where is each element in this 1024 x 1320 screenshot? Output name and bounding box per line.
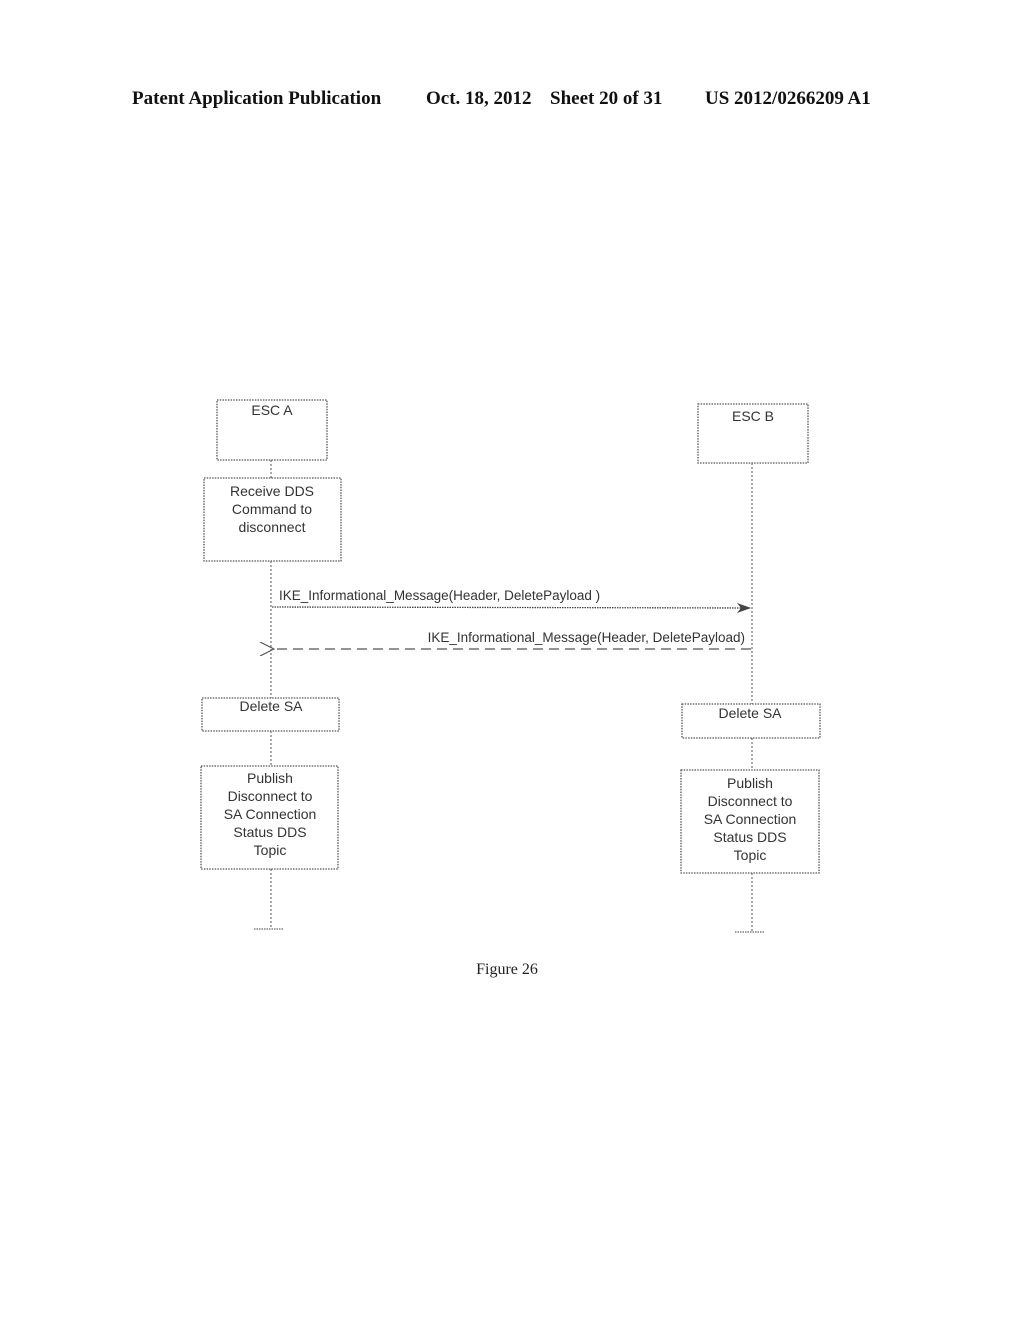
message-ike-request: IKE_Informational_Message(Header, Delete… [271, 588, 751, 613]
svg-text:disconnect: disconnect [239, 519, 306, 535]
step-delete-sa-b: Delete SA [681, 703, 821, 739]
svg-text:Delete SA: Delete SA [718, 705, 782, 721]
step-receive-dds-command: Receive DDS Command to disconnect [203, 477, 342, 562]
participant-label: ESC A [251, 402, 293, 418]
svg-text:Status DDS: Status DDS [233, 824, 306, 840]
participant-label: ESC B [732, 408, 774, 424]
svg-text:Disconnect to: Disconnect to [708, 793, 793, 809]
step-delete-sa-a: Delete SA [201, 697, 340, 732]
svg-text:Disconnect to: Disconnect to [228, 788, 313, 804]
step-publish-disconnect-b: Publish Disconnect to SA Connection Stat… [680, 769, 820, 874]
svg-text:Topic: Topic [254, 842, 287, 858]
message-ike-response: IKE_Informational_Message(Header, Delete… [274, 630, 751, 649]
step-publish-disconnect-a: Publish Disconnect to SA Connection Stat… [200, 765, 339, 870]
message-label: IKE_Informational_Message(Header, Delete… [428, 630, 745, 645]
svg-text:Delete SA: Delete SA [239, 698, 303, 714]
participant-esc-a: ESC A [216, 399, 328, 461]
svg-text:Command to: Command to [232, 501, 312, 517]
message-label: IKE_Informational_Message(Header, Delete… [279, 588, 600, 603]
figure-caption: Figure 26 [476, 961, 538, 978]
svg-text:SA Connection: SA Connection [704, 811, 797, 827]
svg-text:Publish: Publish [727, 775, 773, 791]
svg-text:SA Connection: SA Connection [224, 806, 317, 822]
participant-esc-b: ESC B [697, 403, 809, 464]
svg-text:Status DDS: Status DDS [713, 829, 786, 845]
svg-text:Topic: Topic [734, 847, 767, 863]
sequence-diagram: ESC A ESC B Receive DDS Command to disco… [200, 399, 821, 933]
svg-text:Publish: Publish [247, 770, 293, 786]
svg-text:Receive DDS: Receive DDS [230, 483, 314, 499]
